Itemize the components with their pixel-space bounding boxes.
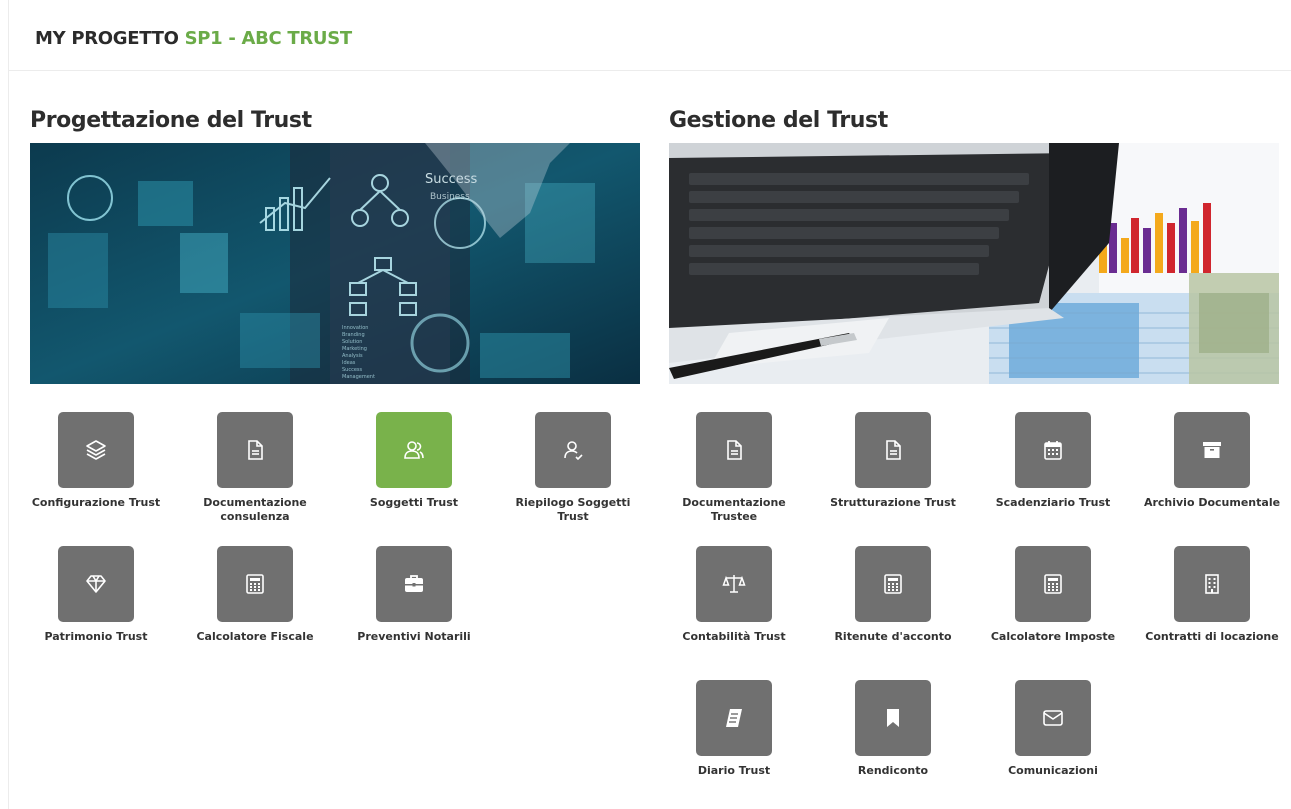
svg-text:Analysis: Analysis	[342, 353, 363, 359]
tile-icon-box	[217, 412, 293, 488]
svg-text:Business: Business	[430, 192, 470, 202]
svg-text:Branding: Branding	[342, 332, 365, 338]
tile-icon-box	[58, 546, 134, 622]
tile-icon-box	[696, 680, 772, 756]
section-gestione: Gestione del Trust Documentazione Truste…	[669, 105, 1280, 777]
tile-label: Soggetti Trust	[369, 496, 459, 509]
svg-text:Success: Success	[342, 367, 363, 373]
tile-diario-trust[interactable]: Diario Trust	[659, 680, 809, 800]
tile-icon-box	[58, 412, 134, 488]
tile-label: Archivio Documentale	[1143, 496, 1281, 509]
section-progettazione: Progettazione del Trust Innovation Brand…	[30, 105, 641, 643]
tile-label: Patrimonio Trust	[44, 630, 148, 643]
tile-preventivi-notarili[interactable]: Preventivi Notarili	[339, 546, 489, 666]
svg-text:Ideas: Ideas	[342, 360, 356, 366]
tile-label: Comunicazioni	[1008, 764, 1098, 777]
tile-ritenute-dacconto[interactable]: Ritenute d'acconto	[818, 546, 968, 666]
tile-documentazione-trustee[interactable]: Documentazione Trustee	[659, 412, 809, 532]
tile-riepilogo-soggetti-trust[interactable]: Riepilogo Soggetti Trust	[498, 412, 648, 532]
svg-text:Innovation: Innovation	[342, 325, 368, 331]
banner-gestione-image	[669, 143, 1279, 384]
tile-icon-box	[696, 412, 772, 488]
tile-icon-box	[217, 546, 293, 622]
project-title: MY PROGETTO SP1 - ABC TRUST	[35, 28, 352, 49]
tile-icon-box	[696, 546, 772, 622]
users-icon	[404, 441, 424, 459]
briefcase-icon	[405, 575, 423, 592]
tile-label: Calcolatore Imposte	[990, 630, 1116, 643]
tile-label: Contabilità Trust	[682, 630, 786, 643]
tile-icon-box	[376, 412, 452, 488]
project-title-name: SP1 - ABC TRUST	[184, 28, 353, 49]
calculator-icon	[884, 574, 902, 594]
tile-label: Configurazione Trust	[31, 496, 161, 509]
svg-text:Solution: Solution	[342, 339, 362, 345]
tile-scadenziario-trust[interactable]: Scadenziario Trust	[978, 412, 1128, 532]
calculator-icon	[1044, 574, 1062, 594]
tile-calcolatore-fiscale[interactable]: Calcolatore Fiscale	[180, 546, 330, 666]
tile-strutturazione-trust[interactable]: Strutturazione Trust	[818, 412, 968, 532]
tile-label: Rendiconto	[857, 764, 929, 777]
tile-label: Contratti di locazione	[1145, 630, 1279, 643]
balance-scale-icon	[722, 575, 746, 593]
section-title-progettazione: Progettazione del Trust	[30, 108, 312, 133]
business-illustration: Innovation Branding Solution Marketing A…	[30, 143, 640, 384]
tile-label: Documentazione consulenza	[203, 496, 307, 523]
tile-configurazione-trust[interactable]: Configurazione Trust	[21, 412, 171, 532]
left-border	[8, 0, 9, 809]
tile-icon-box	[376, 546, 452, 622]
calculator-icon	[246, 574, 264, 594]
tile-rendiconto[interactable]: Rendiconto	[818, 680, 968, 800]
tile-contratti-di-locazione[interactable]: Contratti di locazione	[1137, 546, 1287, 666]
tile-icon-box	[855, 546, 931, 622]
calendar-icon	[1044, 441, 1062, 460]
document-icon	[886, 440, 901, 460]
tile-label: Riepilogo Soggetti Trust	[515, 496, 631, 523]
tile-icon-box	[1174, 546, 1250, 622]
tile-contabilita-trust[interactable]: Contabilità Trust	[659, 546, 809, 666]
tile-label: Scadenziario Trust	[995, 496, 1111, 509]
tile-icon-box	[1174, 412, 1250, 488]
tile-label: Strutturazione Trust	[830, 496, 956, 509]
bookmark-icon	[887, 709, 899, 727]
book-icon	[726, 709, 742, 727]
tile-archivio-documentale[interactable]: Archivio Documentale	[1137, 412, 1287, 532]
tile-label: Calcolatore Fiscale	[196, 630, 314, 643]
diamond-icon	[86, 575, 106, 593]
tile-documentazione-consulenza[interactable]: Documentazione consulenza	[180, 412, 330, 532]
tile-patrimonio-trust[interactable]: Patrimonio Trust	[21, 546, 171, 666]
tile-icon-box	[1015, 546, 1091, 622]
envelope-icon	[1043, 710, 1063, 726]
tile-label: Preventivi Notarili	[357, 630, 471, 643]
laptop-finance-illustration	[669, 143, 1279, 384]
tile-icon-box	[535, 412, 611, 488]
tile-calcolatore-imposte[interactable]: Calcolatore Imposte	[978, 546, 1128, 666]
svg-text:Marketing: Marketing	[342, 346, 367, 352]
tile-icon-box	[1015, 680, 1091, 756]
svg-text:Management: Management	[342, 374, 375, 380]
user-check-icon	[564, 441, 583, 461]
project-title-prefix: MY PROGETTO	[35, 28, 179, 49]
tile-label: Diario Trust	[697, 764, 771, 777]
banner-progettazione-image: Innovation Branding Solution Marketing A…	[30, 143, 640, 384]
section-title-gestione: Gestione del Trust	[669, 108, 888, 133]
building-icon	[1205, 574, 1219, 594]
tile-label: Documentazione Trustee	[682, 496, 786, 523]
tile-icon-box	[855, 680, 931, 756]
tile-icon-box	[855, 412, 931, 488]
archive-icon	[1203, 442, 1221, 458]
tile-label: Ritenute d'acconto	[834, 630, 952, 643]
layers-icon	[86, 440, 106, 460]
tile-comunicazioni[interactable]: Comunicazioni	[978, 680, 1128, 800]
document-icon	[248, 440, 263, 460]
tile-icon-box	[1015, 412, 1091, 488]
page-header: MY PROGETTO SP1 - ABC TRUST	[9, 0, 1291, 71]
tile-soggetti-trust[interactable]: Soggetti Trust	[339, 412, 489, 532]
document-icon	[727, 440, 742, 460]
